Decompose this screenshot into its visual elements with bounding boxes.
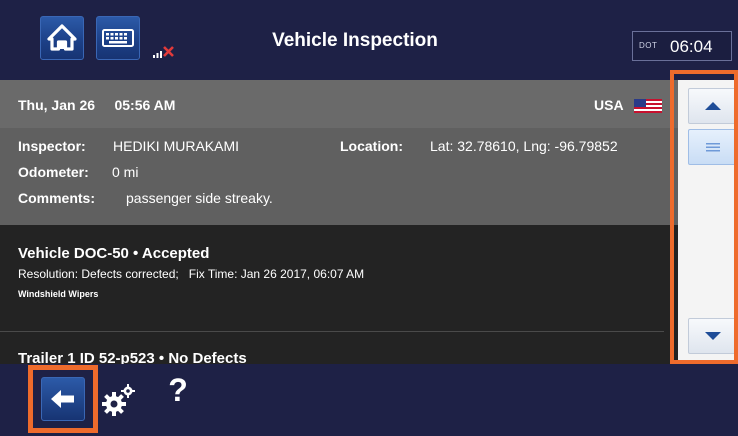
keyboard-icon bbox=[102, 29, 134, 47]
location-value: Lat: 32.78610, Lng: -96.79852 bbox=[430, 138, 618, 154]
grip-icon bbox=[706, 143, 720, 152]
chevron-up-icon bbox=[705, 102, 721, 110]
back-button[interactable] bbox=[41, 377, 85, 421]
odometer-label: Odometer: bbox=[18, 164, 89, 180]
inspection-time: 05:56 AM bbox=[114, 97, 176, 113]
home-icon bbox=[47, 24, 77, 51]
comments-label: Comments: bbox=[18, 190, 96, 206]
scroll-up-button[interactable] bbox=[688, 88, 738, 124]
inspection-date: Thu, Jan 26 05:56 AM bbox=[18, 97, 176, 113]
trailer-title[interactable]: Trailer 1 ID 52-p523 • No Defects bbox=[18, 350, 247, 364]
no-signal-icon bbox=[153, 46, 174, 58]
keyboard-button[interactable] bbox=[96, 16, 140, 60]
inspection-content[interactable]: Thu, Jan 26 05:56 AM USA Inspector: HEDI… bbox=[0, 80, 678, 364]
odometer-value: 0 mi bbox=[112, 164, 139, 180]
location-label: Location: bbox=[340, 138, 403, 154]
settings-button[interactable] bbox=[97, 378, 141, 422]
dot-clock[interactable]: DOT 06:04 bbox=[632, 31, 732, 61]
inspector-value: HEDIKI MURAKAMI bbox=[113, 138, 240, 154]
help-button[interactable]: ? bbox=[163, 372, 193, 422]
settings-gear-icon bbox=[102, 384, 135, 416]
home-button[interactable] bbox=[40, 16, 84, 60]
scroll-thumb[interactable] bbox=[688, 129, 738, 165]
inspector-label: Inspector: bbox=[18, 138, 86, 154]
scroll-down-button[interactable] bbox=[688, 318, 738, 354]
vehicle-title: Vehicle DOC-50 • Accepted bbox=[18, 245, 210, 262]
vehicle-resolution: Resolution: Defects corrected; Fix Time:… bbox=[18, 267, 365, 281]
comments-value: passenger side streaky. bbox=[126, 190, 273, 206]
page-title: Vehicle Inspection bbox=[272, 30, 438, 51]
country-label: USA bbox=[594, 97, 624, 113]
vehicle-defect-item: Windshield Wipers bbox=[18, 289, 99, 299]
usa-flag-icon bbox=[634, 99, 662, 113]
chevron-down-icon bbox=[705, 332, 721, 340]
back-arrow-icon bbox=[51, 390, 74, 408]
inspection-summary: Thu, Jan 26 05:56 AM USA Inspector: HEDI… bbox=[0, 80, 678, 225]
dot-time: 06:04 bbox=[670, 37, 713, 56]
header-bar: Vehicle Inspection DOT 06:04 bbox=[0, 0, 738, 80]
section-divider bbox=[0, 331, 664, 332]
dot-label: DOT bbox=[639, 41, 658, 50]
vehicle-section[interactable]: Vehicle DOC-50 • Accepted Resolution: De… bbox=[0, 225, 678, 332]
